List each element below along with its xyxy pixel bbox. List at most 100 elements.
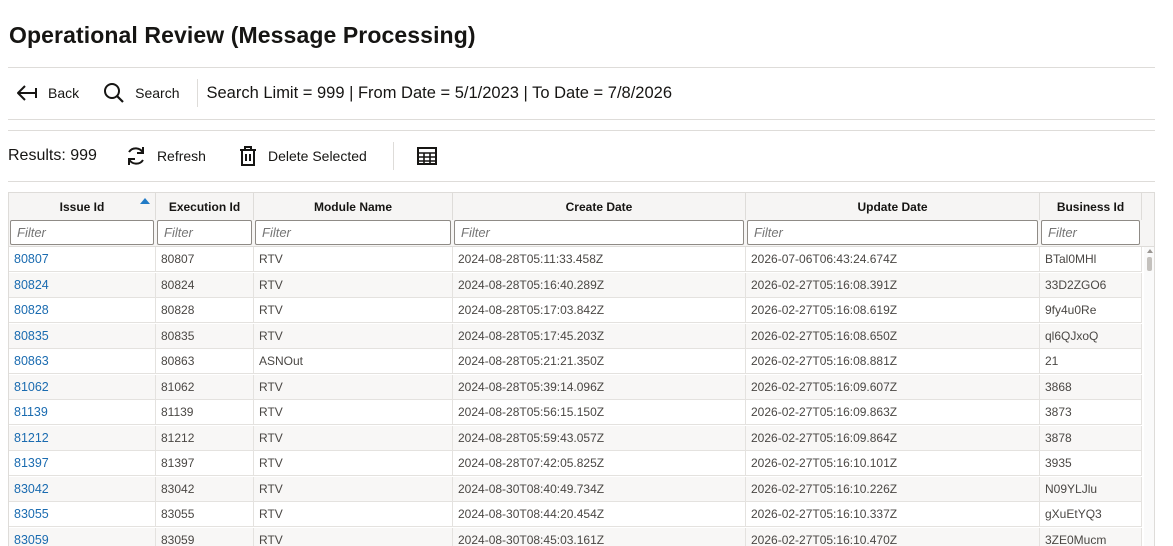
scroll-up-icon[interactable] xyxy=(1147,249,1153,253)
table-row[interactable]: 81139 81139 RTV 2024-08-28T05:56:15.150Z 202… xyxy=(9,400,1142,425)
cell-create-date: 2024-08-28T05:21:21.350Z xyxy=(453,349,746,374)
cell-execution-id: 80835 xyxy=(156,323,254,349)
filter-input-create-date[interactable] xyxy=(454,220,744,245)
table-row[interactable]: 83059 83059 RTV 2024-08-30T08:45:03.161Z 202… xyxy=(9,527,1142,546)
cell-create-date: 2024-08-28T05:59:43.057Z xyxy=(453,425,746,451)
column-header-business-id[interactable]: Business Id xyxy=(1040,193,1142,220)
filter-input-update-date[interactable] xyxy=(747,220,1038,245)
cell-update-date: 2026-02-27T05:16:10.470Z xyxy=(746,527,1040,546)
scroll-thumb[interactable] xyxy=(1147,257,1152,271)
cell-execution-id: 83055 xyxy=(156,502,254,527)
table-row[interactable]: 80863 80863 ASNOut 2024-08-28T05:21:21.350Z… xyxy=(9,349,1142,374)
search-button[interactable]: Search xyxy=(95,75,187,111)
cell-business-id: BTal0MHl xyxy=(1040,247,1142,272)
cell-create-date: 2024-08-28T05:39:14.096Z xyxy=(453,374,746,400)
cell-business-id: 3878 xyxy=(1040,425,1142,451)
cell-update-date: 2026-07-06T06:43:24.674Z xyxy=(746,247,1040,272)
cell-create-date: 2024-08-30T08:45:03.161Z xyxy=(453,527,746,546)
issue-id-link[interactable]: 81062 xyxy=(9,374,156,400)
search-icon xyxy=(104,83,124,103)
grid-header: Issue IdExecution IdModule NameCreate Da… xyxy=(9,193,1154,247)
issue-id-link[interactable]: 83059 xyxy=(9,527,156,546)
cell-module-name: RTV xyxy=(254,425,453,451)
issue-id-link[interactable]: 80824 xyxy=(9,272,156,298)
filter-input-module-name[interactable] xyxy=(255,220,451,245)
issue-id-link[interactable]: 80863 xyxy=(9,349,156,374)
table-columns-icon xyxy=(416,147,437,165)
sort-ascending-icon[interactable] xyxy=(140,198,150,204)
table-row[interactable]: 80824 80824 RTV 2024-08-28T05:16:40.289Z 202… xyxy=(9,272,1142,298)
cell-business-id: 3ZE0Mucm xyxy=(1040,527,1142,546)
cell-business-id: 33D2ZGO6 xyxy=(1040,272,1142,298)
table-row[interactable]: 81397 81397 RTV 2024-08-28T07:42:05.825Z 202… xyxy=(9,451,1142,476)
issue-id-link[interactable]: 83055 xyxy=(9,502,156,527)
cell-module-name: RTV xyxy=(254,476,453,502)
cell-create-date: 2024-08-28T05:17:45.203Z xyxy=(453,323,746,349)
cell-execution-id: 83042 xyxy=(156,476,254,502)
search-label: Search xyxy=(135,85,180,101)
delete-selected-button[interactable]: Delete Selected xyxy=(230,138,375,174)
cell-module-name: RTV xyxy=(254,502,453,527)
cell-module-name: RTV xyxy=(254,298,453,323)
issue-id-link[interactable]: 80807 xyxy=(9,247,156,272)
refresh-button[interactable]: Refresh xyxy=(117,138,214,174)
cell-execution-id: 80828 xyxy=(156,298,254,323)
column-header-issue-id[interactable]: Issue Id xyxy=(9,193,156,220)
issue-id-link[interactable]: 81139 xyxy=(9,400,156,425)
table-row[interactable]: 80835 80835 RTV 2024-08-28T05:17:45.203Z 202… xyxy=(9,323,1142,349)
cell-update-date: 2026-02-27T05:16:10.101Z xyxy=(746,451,1040,476)
search-summary: Search Limit = 999 | From Date = 5/1/202… xyxy=(206,83,672,102)
filter-input-business-id[interactable] xyxy=(1041,220,1140,245)
filter-input-execution-id[interactable] xyxy=(157,220,252,245)
table-row[interactable]: 83055 83055 RTV 2024-08-30T08:44:20.454Z 202… xyxy=(9,502,1142,527)
column-header-module-name[interactable]: Module Name xyxy=(254,193,453,220)
cell-business-id: ql6QJxoQ xyxy=(1040,323,1142,349)
cell-update-date: 2026-02-27T05:16:08.881Z xyxy=(746,349,1040,374)
table-columns-button[interactable] xyxy=(408,138,456,174)
trash-icon xyxy=(239,146,256,166)
table-row[interactable]: 81062 81062 RTV 2024-08-28T05:39:14.096Z 202… xyxy=(9,374,1142,400)
back-arrow-icon xyxy=(17,85,37,101)
column-header-create-date[interactable]: Create Date xyxy=(453,193,746,220)
cell-module-name: RTV xyxy=(254,374,453,400)
cell-create-date: 2024-08-30T08:40:49.734Z xyxy=(453,476,746,502)
cell-module-name: RTV xyxy=(254,272,453,298)
cell-business-id: gXuEtYQ3 xyxy=(1040,502,1142,527)
table-row[interactable]: 81212 81212 RTV 2024-08-28T05:59:43.057Z 202… xyxy=(9,425,1142,451)
toolbar-separator xyxy=(197,79,199,107)
issue-id-link[interactable]: 81212 xyxy=(9,425,156,451)
cell-business-id: 21 xyxy=(1040,349,1142,374)
cell-execution-id: 81397 xyxy=(156,451,254,476)
cell-update-date: 2026-02-27T05:16:09.864Z xyxy=(746,425,1040,451)
table-row[interactable]: 83042 83042 RTV 2024-08-30T08:40:49.734Z 202… xyxy=(9,476,1142,502)
issue-id-link[interactable]: 80835 xyxy=(9,323,156,349)
filter-input-issue-id[interactable] xyxy=(10,220,154,245)
cell-module-name: RTV xyxy=(254,323,453,349)
search-toolbar: Back Search Search Limit = 999 | From Da… xyxy=(8,75,1155,111)
cell-create-date: 2024-08-28T05:16:40.289Z xyxy=(453,272,746,298)
issue-id-link[interactable]: 83042 xyxy=(9,476,156,502)
cell-execution-id: 80824 xyxy=(156,272,254,298)
cell-business-id: 3935 xyxy=(1040,451,1142,476)
column-header-execution-id[interactable]: Execution Id xyxy=(156,193,254,220)
vertical-scrollbar[interactable] xyxy=(1144,247,1154,546)
divider-top xyxy=(8,67,1155,68)
cell-update-date: 2026-02-27T05:16:09.863Z xyxy=(746,400,1040,425)
table-row[interactable]: 80807 80807 RTV 2024-08-28T05:11:33.458Z 202… xyxy=(9,247,1142,272)
cell-business-id: 9fy4u0Re xyxy=(1040,298,1142,323)
column-header-update-date[interactable]: Update Date xyxy=(746,193,1040,220)
cell-module-name: RTV xyxy=(254,247,453,272)
cell-update-date: 2026-02-27T05:16:08.619Z xyxy=(746,298,1040,323)
cell-create-date: 2024-08-28T07:42:05.825Z xyxy=(453,451,746,476)
cell-execution-id: 81139 xyxy=(156,400,254,425)
cell-update-date: 2026-02-27T05:16:10.226Z xyxy=(746,476,1040,502)
issue-id-link[interactable]: 81397 xyxy=(9,451,156,476)
back-label: Back xyxy=(48,85,80,101)
back-button[interactable]: Back xyxy=(8,75,87,111)
cell-business-id: N09YLJlu xyxy=(1040,476,1142,502)
issue-id-link[interactable]: 80828 xyxy=(9,298,156,323)
cell-create-date: 2024-08-28T05:17:03.842Z xyxy=(453,298,746,323)
refresh-icon xyxy=(127,147,144,165)
table-row[interactable]: 80828 80828 RTV 2024-08-28T05:17:03.842Z 202… xyxy=(9,298,1142,323)
toolbar-separator-2 xyxy=(392,142,394,170)
